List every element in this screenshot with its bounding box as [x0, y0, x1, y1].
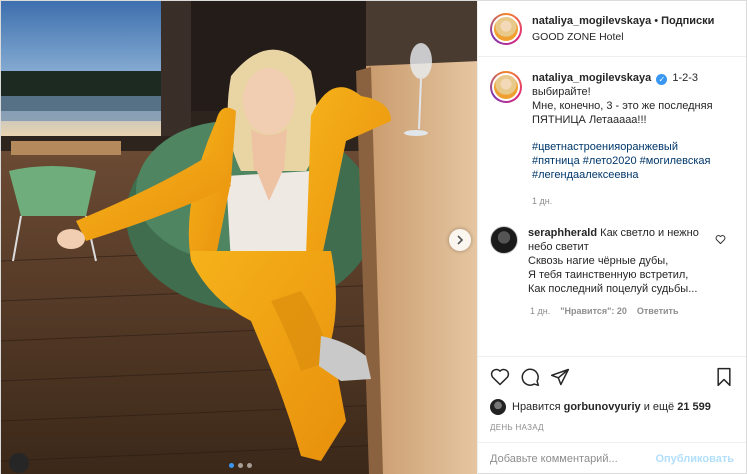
comment-input[interactable]: [490, 453, 656, 465]
likes-suffix: и ещё: [643, 401, 675, 413]
instagram-post: nataliya_mogilevskaya • Подписки GOOD ZONE…: [0, 0, 747, 474]
liker-username[interactable]: gorbunovyuriy: [564, 401, 641, 413]
comment-line: Как последний поцелуй судьбы...: [528, 283, 698, 295]
hashtag-link[interactable]: #лето2020: [583, 155, 637, 167]
post-photo[interactable]: [1, 1, 477, 474]
comments-area: nataliya_mogilevskaya ✓ 1-2-3 выбирайте!…: [478, 57, 746, 316]
action-bar: Нравится gorbunovyuriy и ещё 21 599 ДЕНЬ…: [478, 356, 746, 432]
commenter-username[interactable]: seraphherald: [528, 227, 597, 239]
hashtag-link[interactable]: #могилевская: [640, 155, 711, 167]
carousel-dot: [228, 463, 234, 468]
follow-separator: •: [654, 14, 659, 27]
carousel-dot: [246, 463, 252, 468]
publish-button[interactable]: Опубликовать: [655, 453, 734, 465]
carousel-indicator: [1, 463, 477, 468]
caption-text-line2: Мне, конечно, 3 - это же последняя ПЯТНИ…: [532, 100, 713, 126]
hashtag-link[interactable]: #цветнастроенияоранжевый: [532, 141, 678, 153]
likes-count[interactable]: 21 599: [677, 401, 711, 413]
comment-likes[interactable]: "Нравится": 20: [560, 306, 627, 316]
post-location[interactable]: GOOD ZONE Hotel: [532, 29, 714, 45]
comment-meta: 1 дн. "Нравится": 20 Ответить: [530, 306, 734, 316]
small-heart-icon[interactable]: [715, 234, 726, 245]
author-username[interactable]: nataliya_mogilevskaya: [532, 15, 651, 27]
tagged-users-button[interactable]: [9, 453, 29, 473]
comment-icon[interactable]: [520, 367, 540, 387]
caption-avatar[interactable]: [490, 71, 522, 103]
share-icon[interactable]: [550, 367, 570, 387]
post-details-panel: nataliya_mogilevskaya • Подписки GOOD ZONE…: [477, 1, 746, 474]
post-caption: nataliya_mogilevskaya ✓ 1-2-3 выбирайте!…: [490, 71, 734, 208]
liker-avatar[interactable]: [490, 399, 506, 415]
post-date[interactable]: ДЕНЬ НАЗАД: [490, 423, 734, 432]
author-avatar[interactable]: [490, 12, 522, 45]
hashtag-link[interactable]: #легендаалексеевна: [532, 169, 639, 181]
chevron-right-icon: [457, 235, 464, 245]
follow-button[interactable]: Подписки: [661, 15, 714, 27]
likes-prefix: Нравится: [512, 401, 561, 413]
reply-button[interactable]: Ответить: [637, 306, 679, 316]
comment-line: Я тебя таинственную встретил,: [528, 269, 689, 281]
carousel-next-button[interactable]: [449, 229, 471, 251]
caption-username[interactable]: nataliya_mogilevskaya: [532, 72, 651, 84]
comment-item: seraphherald Как светло и нежно небо све…: [490, 226, 734, 296]
comment-line: Сквозь нагие чёрные дубы,: [528, 255, 669, 267]
add-comment-bar: Опубликовать: [478, 442, 746, 474]
verified-badge-icon: ✓: [656, 74, 668, 85]
hashtag-link[interactable]: #пятница: [532, 155, 580, 167]
photo-illustration: [1, 1, 477, 474]
heart-icon[interactable]: [490, 367, 510, 387]
commenter-avatar[interactable]: [490, 226, 518, 254]
hashtags: #цветнастроенияоранжевый #пятница #лето2…: [532, 140, 734, 182]
caption-time[interactable]: 1 дн.: [532, 194, 734, 208]
comment-time[interactable]: 1 дн.: [530, 306, 550, 316]
post-header: nataliya_mogilevskaya • Подписки GOOD ZONE…: [478, 1, 746, 57]
bookmark-icon[interactable]: [714, 367, 734, 387]
likes-summary: Нравится gorbunovyuriy и ещё 21 599: [490, 399, 734, 415]
carousel-dot: [237, 463, 243, 468]
